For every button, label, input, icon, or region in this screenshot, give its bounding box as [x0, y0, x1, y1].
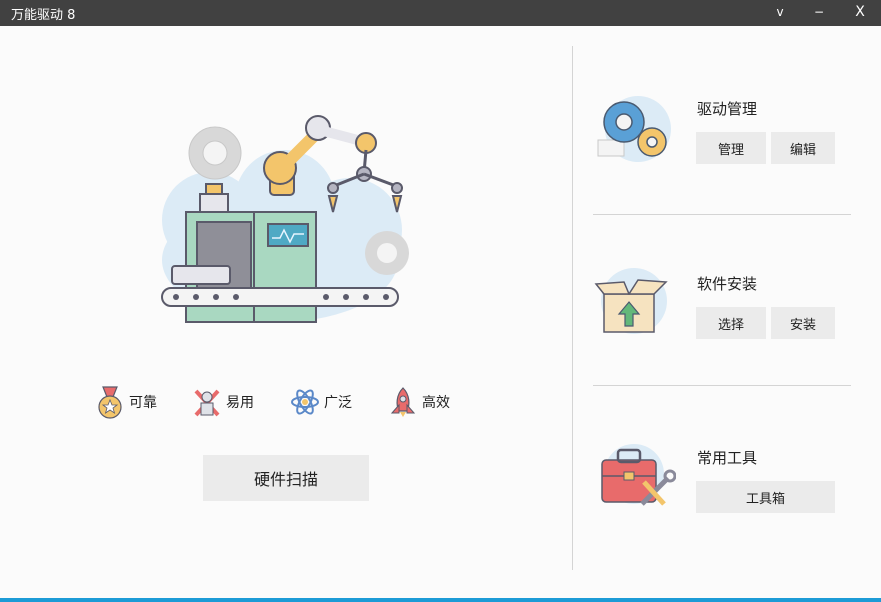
feature-label: 高效	[422, 395, 450, 411]
common-tools-title: 常用工具	[697, 449, 758, 467]
section-divider	[593, 385, 851, 386]
toolbox-button[interactable]: 工具箱	[696, 481, 835, 513]
medal-icon	[98, 386, 122, 419]
minimize-button[interactable]: −	[801, 0, 837, 26]
title-bar: 万能驱动 8 v − X	[0, 0, 881, 26]
hardware-scan-button[interactable]: 硬件扫描	[203, 455, 369, 501]
close-button[interactable]: X	[842, 0, 878, 26]
manage-button[interactable]: 管理	[696, 132, 766, 164]
app-window: 万能驱动 8 v − X 可靠 易用 广泛 高效 硬件扫描 驱动管理 管理 编辑…	[0, 0, 881, 602]
rocket-icon	[390, 387, 416, 417]
gears-icon	[597, 96, 671, 162]
feature-label: 可靠	[129, 395, 157, 411]
dropdown-button[interactable]: v	[762, 0, 798, 26]
driver-management-title: 驱动管理	[697, 100, 758, 118]
toolbox-icon	[601, 444, 676, 506]
feature-list: 可靠 易用 广泛 高效	[0, 384, 560, 424]
feature-item-efficient: 高效	[388, 384, 450, 420]
gear-icon	[188, 126, 242, 180]
factory-illustration	[161, 115, 409, 323]
accent-bar	[0, 598, 881, 602]
edit-button[interactable]: 编辑	[771, 132, 835, 164]
vertical-divider	[572, 46, 573, 570]
tools-cross-icon	[194, 389, 220, 417]
feature-item-easy: 易用	[192, 384, 254, 420]
section-divider	[593, 214, 851, 215]
feature-item-wide: 广泛	[290, 384, 352, 420]
window-title: 万能驱动 8	[11, 8, 76, 23]
package-icon	[594, 268, 668, 334]
software-install-title: 软件安装	[697, 275, 758, 293]
install-button[interactable]: 安装	[771, 307, 835, 339]
select-button[interactable]: 选择	[696, 307, 766, 339]
feature-item-reliable: 可靠	[95, 384, 157, 420]
feature-label: 易用	[226, 395, 254, 411]
feature-label: 广泛	[324, 395, 352, 411]
atom-icon	[291, 389, 319, 415]
